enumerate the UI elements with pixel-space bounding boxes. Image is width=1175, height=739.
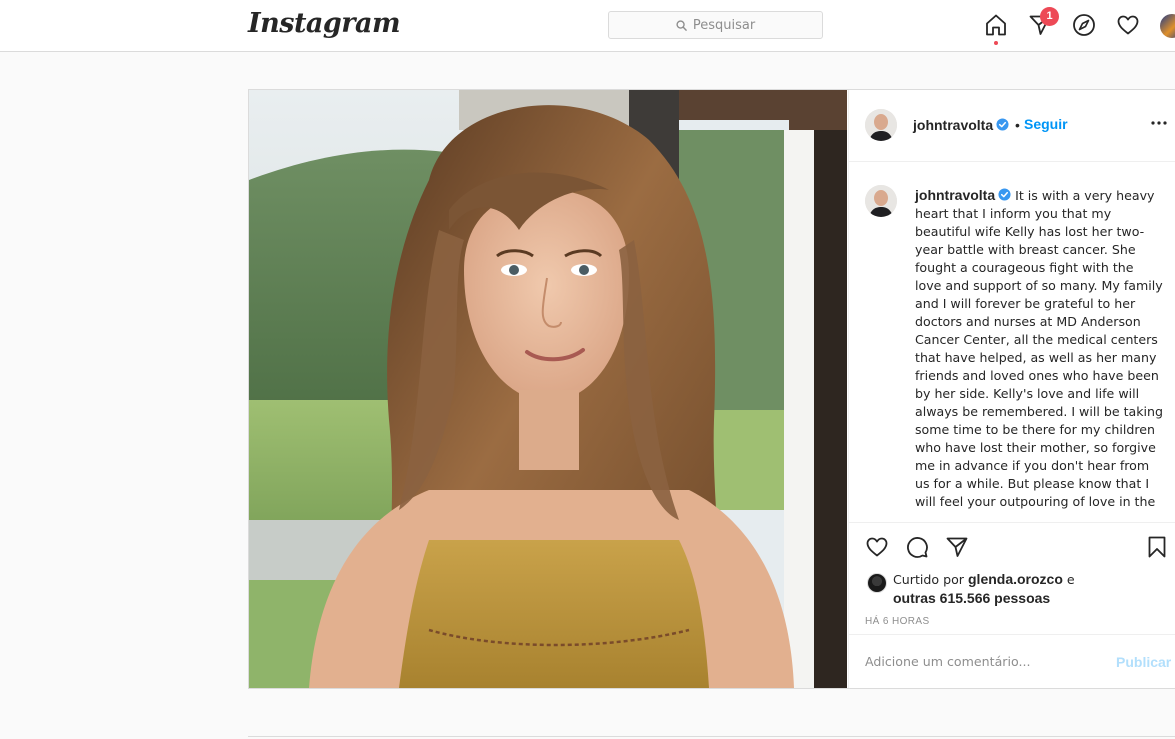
- likes-summary: Curtido por glenda.orozco e outras 615.5…: [893, 570, 1093, 608]
- post-timestamp[interactable]: HÁ 6 HORAS: [865, 616, 930, 627]
- save-button[interactable]: [1145, 535, 1169, 559]
- verified-badge-icon: [998, 188, 1011, 201]
- post-photo: [249, 90, 847, 688]
- share-icon: [946, 537, 968, 557]
- comment-button[interactable]: [905, 535, 929, 559]
- post-card: johntravolta • Seguir johntravolta It is…: [248, 89, 1175, 689]
- post-actions: Curtido por glenda.orozco e outras 615.5…: [849, 522, 1175, 688]
- top-navigation-bar: Instagram Pesquisar 1: [0, 0, 1175, 52]
- direct-notification-badge: 1: [1040, 7, 1059, 26]
- more-icon[interactable]: [1149, 118, 1169, 128]
- liked-by-avatar[interactable]: [867, 573, 887, 593]
- bookmark-icon: [1148, 536, 1166, 558]
- instagram-logo[interactable]: Instagram: [248, 8, 401, 39]
- liked-by-username[interactable]: glenda.orozco: [968, 571, 1063, 587]
- comment-icon: [907, 537, 928, 558]
- like-button[interactable]: [865, 535, 889, 559]
- search-input[interactable]: Pesquisar: [608, 11, 823, 39]
- caption-area: johntravolta It is with a very heavy hea…: [849, 162, 1175, 522]
- caption-author-avatar[interactable]: [865, 185, 897, 217]
- author-username[interactable]: johntravolta: [913, 117, 1009, 133]
- profile-avatar[interactable]: [1160, 14, 1175, 38]
- caption-text: It is with a very heavy heart that I inf…: [915, 188, 1164, 509]
- likes-count[interactable]: outras 615.566 pessoas: [893, 590, 1050, 606]
- home-icon[interactable]: [984, 13, 1008, 37]
- publish-button[interactable]: Publicar: [1116, 654, 1171, 670]
- next-post-divider: [248, 736, 1175, 737]
- heart-icon[interactable]: [1116, 13, 1140, 37]
- share-button[interactable]: [945, 535, 969, 559]
- post-side-panel: johntravolta • Seguir johntravolta It is…: [848, 90, 1175, 688]
- post-caption: johntravolta It is with a very heavy hea…: [915, 186, 1163, 511]
- liked-prefix: Curtido por: [893, 572, 964, 587]
- heart-icon: [866, 537, 888, 557]
- verified-badge-icon: [996, 118, 1009, 131]
- search-icon: [676, 19, 687, 31]
- compass-icon[interactable]: [1072, 13, 1096, 37]
- comment-input[interactable]: Adicione um comentário...: [865, 654, 1030, 669]
- liked-conj: e: [1066, 572, 1075, 587]
- search-placeholder: Pesquisar: [692, 17, 756, 33]
- comment-box: Adicione um comentário... Publicar: [849, 634, 1175, 689]
- author-avatar[interactable]: [865, 109, 897, 141]
- separator-dot: •: [1015, 117, 1020, 133]
- post-header: johntravolta • Seguir: [849, 90, 1175, 162]
- author-username-text[interactable]: johntravolta: [913, 117, 993, 133]
- post-image[interactable]: [249, 90, 847, 688]
- follow-button[interactable]: Seguir: [1024, 116, 1068, 132]
- home-active-indicator: [994, 41, 998, 45]
- caption-username[interactable]: johntravolta: [915, 187, 995, 203]
